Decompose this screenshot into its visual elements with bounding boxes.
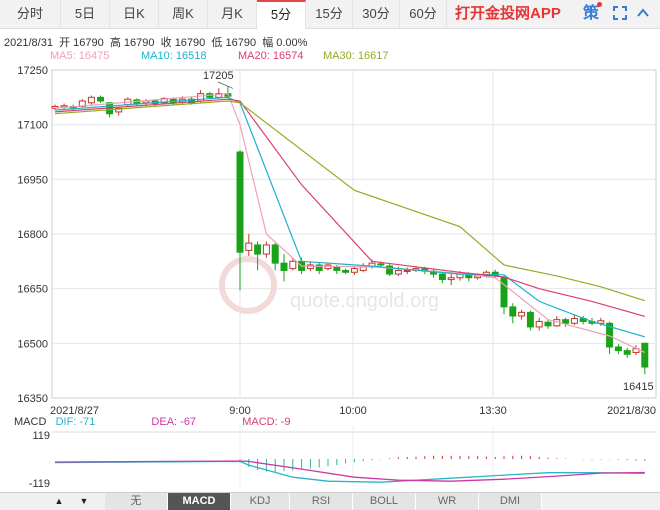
y-tick-label: 17250: [17, 65, 48, 77]
candle-body: [350, 268, 358, 273]
candle-body: [535, 320, 543, 328]
indicator-toolbar: ▲ ▼ 无 MACD KDJ RSI BOLL WR DMI: [0, 492, 660, 510]
low-annotation: 16415: [623, 381, 654, 393]
indicator-tab-boll[interactable]: BOLL: [353, 493, 416, 510]
y-tick-label: 16950: [17, 174, 48, 186]
candle-body: [562, 319, 570, 324]
macd-value-legend: MACD: -9: [242, 416, 291, 428]
candle-body: [438, 273, 446, 281]
indicator-tab-wr[interactable]: WR: [416, 493, 479, 510]
candle-body: [394, 269, 402, 275]
candle-body: [518, 311, 526, 317]
watermark-text: quote.cngold.org: [290, 290, 439, 312]
candle-body: [403, 269, 411, 272]
candle-body: [500, 277, 508, 308]
candle-body: [289, 260, 297, 270]
indicator-tab-kdj[interactable]: KDJ: [231, 493, 290, 510]
x-tick-label: 10:00: [339, 405, 367, 417]
candle-body: [280, 262, 288, 271]
high-annotation: 17205: [203, 70, 234, 82]
dea-legend: DEA: -67: [151, 416, 197, 428]
candle-body: [97, 96, 104, 102]
candle-body: [509, 306, 517, 317]
candle-body: [544, 321, 552, 327]
dif-legend: DIF: -71: [55, 416, 96, 428]
candle-body: [254, 244, 262, 255]
candle-body: [333, 266, 341, 271]
scroll-up-button[interactable]: ▲: [50, 493, 68, 510]
indicator-tab-dmi[interactable]: DMI: [479, 493, 542, 510]
candle-body: [641, 342, 649, 368]
candle-body: [623, 350, 631, 355]
candle-body: [570, 318, 578, 324]
macd-y-tick: -119: [29, 478, 50, 490]
macd-y-tick: 119: [32, 430, 50, 442]
candle-body: [236, 151, 244, 253]
candle-body: [342, 269, 350, 273]
candle-body: [526, 311, 534, 328]
scroll-down-button[interactable]: ▼: [75, 493, 93, 510]
candle-body: [614, 346, 622, 352]
dif-line: [54, 460, 645, 483]
ma-line-ma30: [54, 100, 645, 302]
dea-line: [54, 460, 645, 482]
candle-body: [262, 244, 270, 255]
ma-line-ma20: [54, 98, 645, 317]
candle-body: [271, 244, 279, 264]
x-tick-label: 2021/8/30: [607, 405, 656, 417]
macd-legend-title: MACD: [14, 416, 47, 428]
y-tick-label: 16350: [17, 393, 48, 405]
candle-body: [87, 96, 95, 104]
y-tick-label: 17100: [17, 120, 48, 132]
indicator-tab-none[interactable]: 无: [105, 493, 168, 510]
macd-legend: MACD DIF: -71 DEA: -67 MACD: -9: [14, 416, 290, 428]
y-tick-label: 16800: [17, 229, 48, 241]
ma-line-ma5: [54, 93, 646, 353]
high-annotation-line: [217, 81, 234, 89]
y-tick-label: 16500: [17, 338, 48, 350]
candle-body: [447, 277, 455, 281]
candle-body: [359, 266, 367, 271]
x-tick-label: 13:30: [479, 405, 507, 417]
indicator-tab-rsi[interactable]: RSI: [290, 493, 353, 510]
indicator-tab-macd[interactable]: MACD: [168, 493, 231, 510]
candle-body: [245, 242, 253, 251]
y-tick-label: 16650: [17, 284, 48, 296]
candle-body: [377, 263, 385, 266]
watermark-logo: [219, 256, 277, 314]
